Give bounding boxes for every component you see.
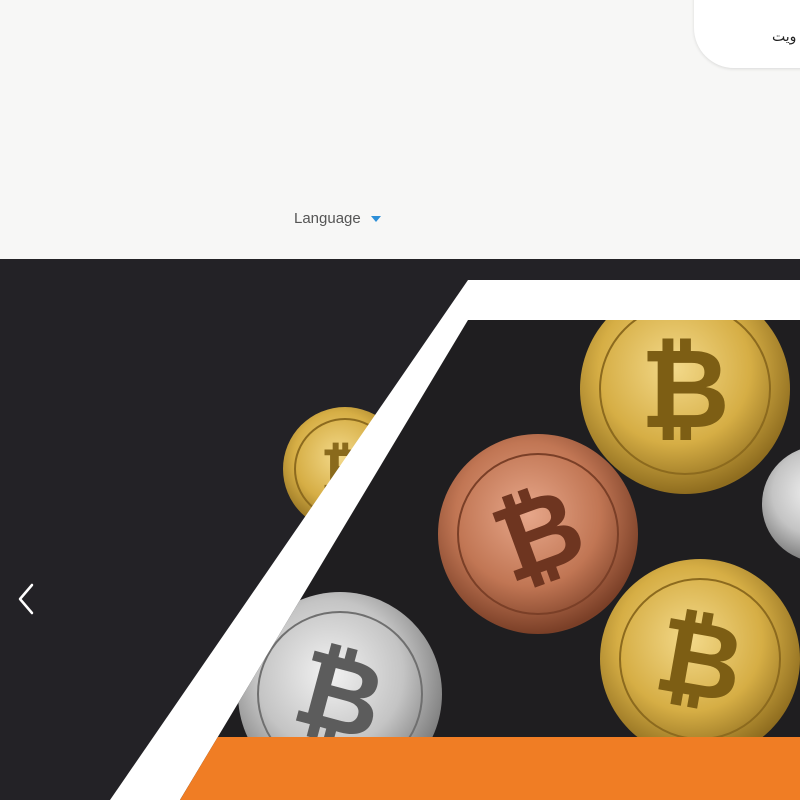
caret-down-icon[interactable]	[370, 215, 381, 222]
top-nav-card[interactable]: ويت	[694, 0, 800, 68]
top-card-label[interactable]: ويت	[772, 28, 796, 45]
hero-slider: ₿ ₿ ₿ ₿	[0, 259, 800, 800]
svg-text:₿: ₿	[640, 325, 730, 453]
chevron-left-icon[interactable]	[14, 581, 38, 617]
hero-image: ₿ ₿ ₿ ₿	[110, 280, 800, 800]
gold-coin-bottom-right: ₿	[600, 559, 800, 759]
frame-top	[468, 280, 800, 320]
language-selector[interactable]: Language	[294, 210, 381, 227]
copper-coin: ₿	[438, 434, 638, 634]
language-label[interactable]: Language	[294, 210, 361, 227]
photo-area: ₿ ₿ ₿ ₿	[180, 320, 800, 800]
